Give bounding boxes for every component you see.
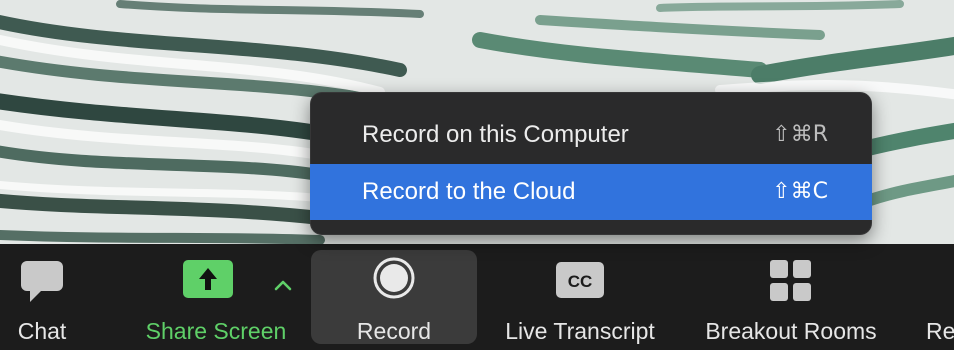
chat-button[interactable]: Chat bbox=[0, 250, 84, 344]
zoom-meeting-window: Chat Share Screen Record CC Live Transcr… bbox=[0, 0, 954, 350]
cc-text: CC bbox=[568, 272, 593, 291]
menu-item-record-to-cloud[interactable]: Record to the Cloud ⇧⌘C bbox=[310, 164, 872, 220]
record-label: Record bbox=[356, 318, 432, 344]
record-icon bbox=[372, 256, 416, 306]
share-screen-options-chevron[interactable] bbox=[268, 266, 298, 296]
record-button[interactable]: Record bbox=[311, 250, 477, 344]
overflow-item-label: Re bbox=[926, 318, 954, 344]
overflow-toolbar-item[interactable]: Re bbox=[922, 250, 954, 344]
breakout-rooms-button[interactable]: Breakout Rooms bbox=[692, 250, 890, 344]
chat-label: Chat bbox=[17, 318, 67, 344]
live-transcript-button[interactable]: CC Live Transcript bbox=[489, 250, 671, 344]
share-screen-button[interactable]: Share Screen bbox=[133, 250, 299, 344]
menu-item-record-on-computer[interactable]: Record on this Computer ⇧⌘R bbox=[310, 107, 872, 163]
menu-item-label: Record on this Computer bbox=[362, 121, 629, 148]
chat-bubble-icon bbox=[20, 260, 64, 308]
share-screen-label: Share Screen bbox=[145, 318, 287, 344]
chevron-up-icon bbox=[274, 270, 292, 297]
menu-item-label: Record to the Cloud bbox=[362, 178, 576, 205]
closed-caption-icon: CC bbox=[556, 262, 604, 304]
record-options-menu: Record on this Computer ⇧⌘R Record to th… bbox=[310, 92, 872, 235]
live-transcript-label: Live Transcript bbox=[505, 318, 655, 344]
share-screen-arrow-icon bbox=[183, 260, 233, 304]
breakout-rooms-grid-icon bbox=[770, 260, 812, 308]
menu-item-shortcut: ⇧⌘C bbox=[772, 179, 828, 204]
menu-item-shortcut: ⇧⌘R bbox=[772, 122, 828, 147]
meeting-toolbar: Chat Share Screen Record CC Live Transcr… bbox=[0, 244, 954, 350]
breakout-rooms-label: Breakout Rooms bbox=[705, 318, 877, 344]
